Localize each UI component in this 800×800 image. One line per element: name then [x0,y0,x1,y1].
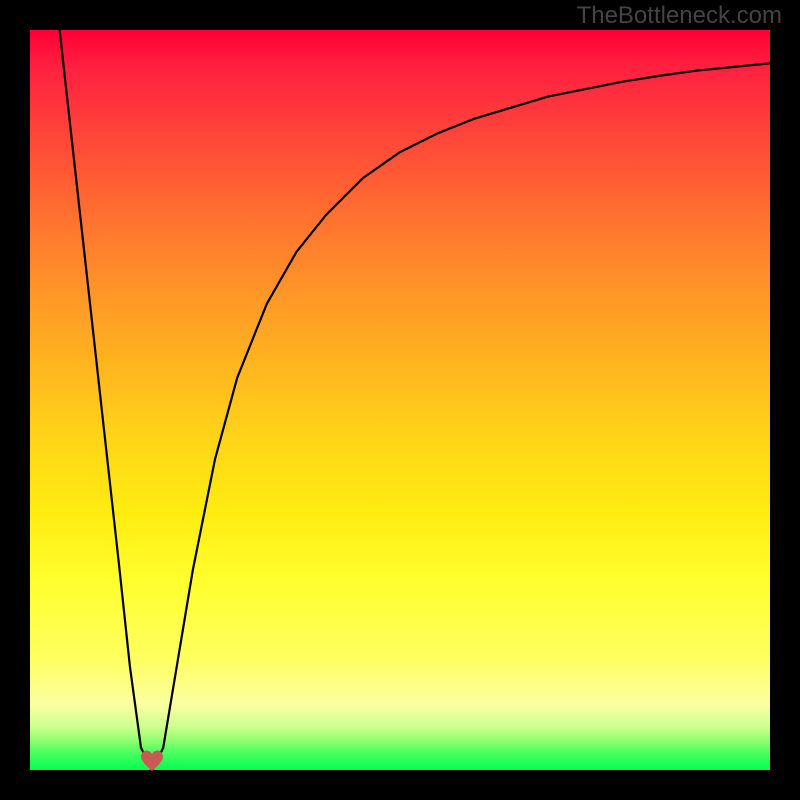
chart-container: TheBottleneck.com [0,0,800,800]
bottleneck-curve [60,30,770,770]
watermark-text: TheBottleneck.com [577,2,782,30]
plot-area [30,30,770,770]
curve-svg [30,30,770,770]
heart-marker-icon [140,750,164,772]
